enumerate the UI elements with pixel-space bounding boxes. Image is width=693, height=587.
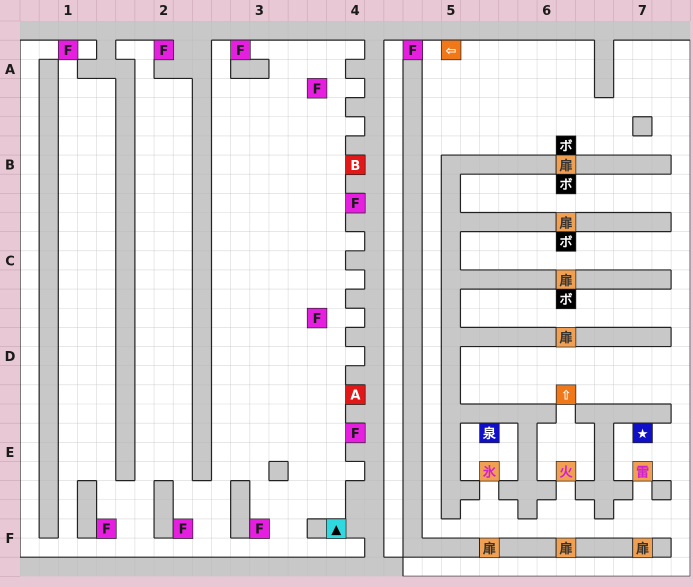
treasure-marker: F bbox=[153, 39, 175, 61]
svg-text:扉: 扉 bbox=[636, 541, 649, 557]
svg-text:ボ: ボ bbox=[560, 292, 573, 308]
svg-text:F: F bbox=[351, 427, 360, 442]
bo-tile: ボ bbox=[555, 231, 577, 252]
point-a-marker: A bbox=[345, 384, 366, 405]
treasure-marker: F bbox=[57, 39, 79, 61]
treasure-marker: F bbox=[345, 422, 366, 444]
treasure-marker: F bbox=[402, 39, 423, 61]
column-label-6: 6 bbox=[542, 4, 551, 19]
bo-tile: ボ bbox=[555, 173, 577, 195]
svg-text:F: F bbox=[64, 44, 73, 59]
column-label-4: 4 bbox=[351, 4, 360, 19]
bo-tile: ボ bbox=[555, 135, 577, 156]
door-tile: 扉 bbox=[555, 327, 577, 348]
row-label-D: D bbox=[5, 350, 16, 365]
treasure-marker: F bbox=[306, 78, 328, 99]
svg-text:火: 火 bbox=[560, 465, 574, 480]
treasure-marker: F bbox=[345, 193, 366, 214]
row-label-C: C bbox=[5, 254, 15, 269]
bo-tile: ボ bbox=[555, 288, 577, 310]
svg-text:泉: 泉 bbox=[483, 426, 497, 442]
svg-text:F: F bbox=[351, 197, 360, 212]
door-tile: 扉 bbox=[632, 537, 653, 559]
door-tile: 扉 bbox=[555, 212, 577, 233]
svg-text:ボ: ボ bbox=[560, 177, 573, 193]
svg-text:氷: 氷 bbox=[483, 464, 497, 480]
svg-text:扉: 扉 bbox=[560, 215, 573, 231]
door-tile: 扉 bbox=[555, 154, 577, 176]
ice-tile: 氷 bbox=[479, 461, 500, 482]
svg-text:F: F bbox=[313, 312, 322, 327]
map-canvas: 1 2 3 4 5 6 7ABCDEF F F F F ⇦FBFFAF▲F F Fボ扉ボ扉ボ扉ボ扉⇧泉 ★… bbox=[0, 0, 693, 587]
svg-text:F: F bbox=[313, 82, 322, 97]
column-label-3: 3 bbox=[255, 4, 264, 19]
fire-tile: 火 bbox=[555, 461, 577, 482]
column-label-2: 2 bbox=[159, 4, 168, 19]
thunder-tile: 雷 bbox=[632, 461, 653, 482]
svg-text:ボ: ボ bbox=[560, 234, 573, 250]
row-label-F: F bbox=[6, 532, 15, 547]
treasure-marker: F bbox=[172, 518, 194, 539]
svg-text:A: A bbox=[350, 389, 360, 404]
svg-text:雷: 雷 bbox=[636, 464, 649, 480]
svg-text:▲: ▲ bbox=[331, 523, 341, 538]
treasure-marker: F bbox=[306, 307, 328, 329]
svg-text:F: F bbox=[159, 44, 168, 59]
treasure-marker: F bbox=[249, 518, 270, 539]
svg-text:F: F bbox=[179, 523, 188, 538]
svg-text:F: F bbox=[408, 44, 417, 59]
treasure-marker: F bbox=[230, 39, 251, 61]
column-label-1: 1 bbox=[63, 4, 72, 19]
door-tile: 扉 bbox=[555, 537, 577, 559]
svg-text:⇦: ⇦ bbox=[446, 44, 457, 59]
treasure-marker: F bbox=[96, 518, 117, 539]
svg-text:B: B bbox=[350, 159, 360, 174]
svg-text:扉: 扉 bbox=[560, 273, 573, 289]
column-label-7: 7 bbox=[638, 4, 647, 19]
svg-text:扉: 扉 bbox=[560, 158, 573, 174]
dungeon-map: 1234567ABCDEF F F F F ⇦ F B F F A F ▲ F F F ボ扉ボ扉ボ扉ボ扉 ⇧ 泉 ★… bbox=[0, 0, 693, 587]
door-tile: 扉 bbox=[555, 269, 577, 290]
star-tile: ★ bbox=[632, 422, 653, 444]
svg-text:ボ: ボ bbox=[560, 139, 573, 155]
svg-text:扉: 扉 bbox=[560, 330, 573, 346]
row-label-B: B bbox=[5, 159, 15, 174]
door-tile: 扉 bbox=[479, 537, 500, 559]
svg-text:F: F bbox=[236, 44, 245, 59]
start-arrow-icon: ▲ bbox=[326, 518, 347, 539]
svg-text:★: ★ bbox=[637, 427, 649, 442]
svg-text:扉: 扉 bbox=[483, 541, 496, 557]
point-b-marker: B bbox=[345, 154, 366, 176]
column-label-5: 5 bbox=[446, 4, 455, 19]
svg-text:⇧: ⇧ bbox=[561, 389, 572, 404]
svg-text:F: F bbox=[102, 523, 111, 538]
arrow-up-icon: ⇧ bbox=[555, 384, 577, 405]
svg-text:扉: 扉 bbox=[560, 541, 573, 557]
svg-text:F: F bbox=[255, 523, 264, 538]
row-label-A: A bbox=[5, 63, 15, 78]
arrow-left-icon: ⇦ bbox=[440, 39, 462, 61]
row-label-E: E bbox=[6, 446, 15, 461]
spring-tile: 泉 bbox=[479, 422, 500, 444]
